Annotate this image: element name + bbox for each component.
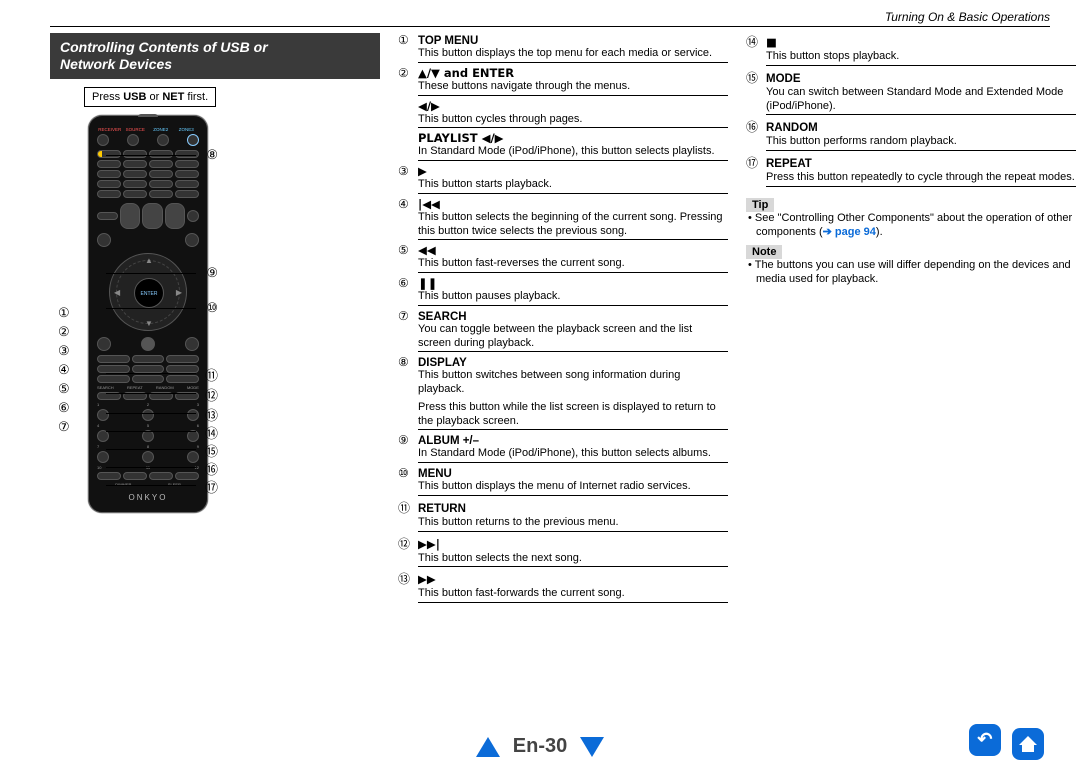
remote-brand: ONKYO xyxy=(97,493,199,502)
item-rew: ◀◀ xyxy=(418,243,436,257)
callout-4: ④ xyxy=(58,360,84,379)
item-mode: MODE xyxy=(766,73,801,85)
remote-illustration: RECEIVERSOURCEZONE2ZONE3 xyxy=(88,115,208,513)
callout-17: ⑰ xyxy=(205,477,218,496)
tip-label: Tip xyxy=(746,198,774,212)
item-search: SEARCH xyxy=(418,311,467,323)
remote-illustration-wrap: RECEIVERSOURCEZONE2ZONE3 xyxy=(88,115,208,513)
callout-10: ⑩ xyxy=(206,300,218,316)
back-button[interactable]: ↶ xyxy=(969,724,1001,756)
item-random: RANDOM xyxy=(766,122,818,134)
press-note: Press USB or NET first. xyxy=(84,87,216,107)
callout-1: ① xyxy=(58,303,84,322)
callout-11: ⑪ xyxy=(205,365,218,384)
callout-15: ⑮ xyxy=(205,441,218,460)
item-top-menu: TOP MENU xyxy=(418,35,478,47)
callout-16: ⑯ xyxy=(205,459,218,478)
item-prev: |◀◀ xyxy=(418,197,440,211)
item-album: ALBUM +/– xyxy=(418,435,479,447)
title-line-2: Network Devices xyxy=(60,56,172,72)
callout-9: ⑨ xyxy=(206,265,218,281)
left-callouts: ① ② ③ ④ ⑤ ⑥ ⑦ xyxy=(58,303,84,436)
item-playlist: PLAYLIST ◀/▶ xyxy=(418,131,504,145)
callout-2: ② xyxy=(58,322,84,341)
callout-14: ⑭ xyxy=(205,423,218,442)
page-footer: En-30 ↶ xyxy=(0,735,1080,758)
callout-5: ⑤ xyxy=(58,379,84,398)
item-return: RETURN xyxy=(418,503,466,515)
item-page-arrows: ◀/▶ xyxy=(418,99,440,113)
note-text: • The buttons you can use will differ de… xyxy=(756,259,1076,287)
right-callouts: ⑧ ⑨ ⑩ ⑪ ⑫ ⑬ ⑭ ⑮ ⑯ ⑰ xyxy=(218,115,348,513)
page-down-icon[interactable] xyxy=(580,737,604,757)
home-button[interactable] xyxy=(1012,728,1044,760)
callout-7: ⑦ xyxy=(58,417,84,436)
page-number: En-30 xyxy=(513,735,567,758)
page-up-icon[interactable] xyxy=(476,737,500,757)
item-arrows-enter: ▲/▼ and ENTER xyxy=(418,66,514,80)
callout-13: ⑬ xyxy=(205,405,218,424)
tip-text: • See "Controlling Other Components" abo… xyxy=(756,212,1076,240)
column-middle: ①TOP MENUThis button displays the top me… xyxy=(398,33,728,606)
item-ff: ▶▶ xyxy=(418,572,436,586)
section-heading: Turning On & Basic Operations xyxy=(50,10,1050,24)
item-display: DISPLAY xyxy=(418,357,467,369)
section-title: Controlling Contents of USB or Network D… xyxy=(50,33,380,79)
header-rule xyxy=(50,26,1050,27)
item-pause: ❚❚ xyxy=(418,276,437,290)
page-link-94[interactable]: ➔ page 94 xyxy=(823,226,876,238)
callout-8: ⑧ xyxy=(206,147,218,163)
column-right: ⑭■This button stops playback. ⑮MODEYou c… xyxy=(746,33,1076,287)
item-next: ▶▶| xyxy=(418,537,440,551)
item-play: ▶ xyxy=(418,164,427,178)
column-left: Controlling Contents of USB or Network D… xyxy=(50,33,380,513)
callout-3: ③ xyxy=(58,341,84,360)
title-line-1: Controlling Contents of USB or xyxy=(60,39,268,55)
item-menu: MENU xyxy=(418,468,452,480)
remote-enter: ENTER xyxy=(134,278,164,308)
item-repeat: REPEAT xyxy=(766,158,812,170)
item-stop: ■ xyxy=(766,35,777,49)
callout-6: ⑥ xyxy=(58,398,84,417)
callout-12: ⑫ xyxy=(205,385,218,404)
note-label: Note xyxy=(746,245,782,259)
